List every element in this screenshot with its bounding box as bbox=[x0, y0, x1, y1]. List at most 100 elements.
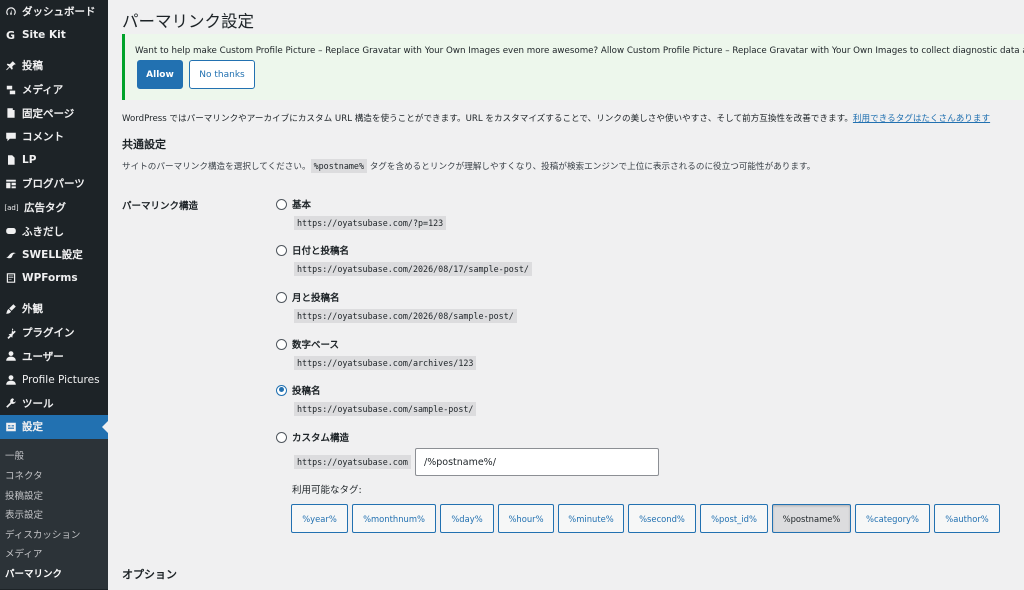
radio-custom[interactable] bbox=[276, 431, 287, 443]
menu-swell-settings[interactable]: SWELL設定 bbox=[0, 243, 108, 267]
brush-icon bbox=[4, 302, 17, 315]
common-settings-title: 共通設定 bbox=[122, 138, 166, 151]
tag-postname-button[interactable]: %postname% bbox=[772, 504, 851, 533]
menu-site-kit[interactable]: G Site Kit bbox=[0, 24, 108, 48]
pin-icon bbox=[4, 59, 17, 72]
radio-post-name[interactable] bbox=[276, 384, 287, 396]
menu-wpforms[interactable]: WPForms bbox=[0, 267, 108, 291]
menu-ad-tags-label: 広告タグ bbox=[24, 202, 66, 215]
desc-before: サイトのパーマリンク構造を選択してください。 bbox=[122, 162, 311, 172]
tag-monthnum-button[interactable]: %monthnum% bbox=[352, 504, 436, 533]
option-day-name-url: https://oyatsubase.com/2026/08/17/sample… bbox=[294, 262, 532, 276]
no-thanks-button[interactable]: No thanks bbox=[189, 60, 255, 89]
tag-day-button[interactable]: %day% bbox=[440, 504, 494, 533]
swell-icon bbox=[4, 248, 17, 261]
available-tags-label: 利用可能なタグ: bbox=[292, 485, 362, 496]
desc-after: タグを含めるとリンクが理解しやすくなり、投稿が検索エンジンで上位に表示されるのに… bbox=[366, 162, 816, 172]
radio-month-name[interactable] bbox=[276, 291, 287, 303]
submenu-permalinks[interactable]: パーマリンク bbox=[0, 563, 108, 583]
option-numeric-label: 数字ベース bbox=[292, 340, 340, 351]
radio-numeric[interactable] bbox=[276, 338, 287, 350]
wpforms-icon bbox=[4, 272, 17, 285]
settings-submenu: 一般 コネクタ 投稿設定 表示設定 ディスカッション メディア パーマリンク bbox=[0, 438, 108, 589]
menu-plugins[interactable]: プラグイン bbox=[0, 321, 108, 345]
menu-lp[interactable]: LP bbox=[0, 149, 108, 173]
menu-appearance[interactable]: 外観 bbox=[0, 297, 108, 321]
menu-wpforms-label: WPForms bbox=[22, 272, 78, 285]
profile-icon bbox=[4, 373, 17, 386]
menu-media-label: メディア bbox=[22, 84, 64, 97]
option-custom-label: カスタム構造 bbox=[292, 433, 350, 444]
menu-users-label: ユーザー bbox=[22, 350, 64, 363]
intro-text: WordPress ではパーマリンクやアーカイブにカスタム URL 構造を使うこ… bbox=[122, 114, 853, 124]
tag-second-button[interactable]: %second% bbox=[628, 504, 696, 533]
menu-settings-label: 設定 bbox=[22, 421, 43, 434]
option-post-name-url: https://oyatsubase.com/sample-post/ bbox=[294, 402, 477, 416]
menu-comments[interactable]: コメント bbox=[0, 125, 108, 149]
menu-posts-label: 投稿 bbox=[22, 60, 43, 73]
options-section-title: オプション bbox=[122, 568, 177, 581]
option-numeric: 数字ベース https://oyatsubase.com/archives/12… bbox=[276, 337, 477, 370]
tag-category-button[interactable]: %category% bbox=[855, 504, 930, 533]
wrench-icon bbox=[4, 397, 17, 410]
site-kit-icon: G bbox=[5, 28, 16, 42]
menu-media[interactable]: メディア bbox=[0, 78, 108, 102]
submenu-reading[interactable]: 表示設定 bbox=[0, 504, 108, 524]
menu-dashboard[interactable]: ダッシュボード bbox=[0, 0, 108, 24]
tag-author-button[interactable]: %author% bbox=[934, 504, 1000, 533]
tag-year-button[interactable]: %year% bbox=[291, 504, 348, 533]
dashboard-icon bbox=[4, 5, 17, 18]
option-month-name-label: 月と投稿名 bbox=[292, 293, 340, 304]
menu-lp-label: LP bbox=[22, 154, 37, 167]
allow-button[interactable]: Allow bbox=[137, 60, 183, 89]
menu-swell-settings-label: SWELL設定 bbox=[22, 249, 83, 262]
menu-tools[interactable]: ツール bbox=[0, 392, 108, 416]
media-icon bbox=[4, 83, 17, 96]
permalink-structure-label: パーマリンク構造 bbox=[122, 201, 199, 212]
menu-settings[interactable]: 設定 bbox=[0, 415, 108, 439]
submenu-connectors[interactable]: コネクタ bbox=[0, 465, 108, 485]
menu-users[interactable]: ユーザー bbox=[0, 344, 108, 368]
menu-blog-parts[interactable]: ブログパーツ bbox=[0, 172, 108, 196]
option-post-name-label: 投稿名 bbox=[292, 386, 321, 397]
menu-appearance-label: 外観 bbox=[22, 303, 43, 316]
menu-pages[interactable]: 固定ページ bbox=[0, 101, 108, 125]
admin-sidebar: ダッシュボード G Site Kit 投稿 メディア 固定ページ コメント LP… bbox=[0, 0, 108, 590]
available-tags-link[interactable]: 利用できるタグはたくさんあります bbox=[853, 114, 990, 124]
notice-text: Want to help make Custom Profile Picture… bbox=[135, 46, 1024, 56]
menu-ad-tags[interactable]: [ad] 広告タグ bbox=[0, 196, 108, 220]
custom-structure-input[interactable] bbox=[415, 448, 659, 476]
menu-profile-pictures-label: Profile Pictures bbox=[22, 373, 100, 386]
menu-fukidashi[interactable]: ふきだし bbox=[0, 219, 108, 243]
menu-dashboard-label: ダッシュボード bbox=[22, 6, 96, 19]
menu-blog-parts-label: ブログパーツ bbox=[22, 178, 85, 191]
common-settings-description: サイトのパーマリンク構造を選択してください。 %postname% タグを含めると… bbox=[122, 159, 816, 173]
ad-icon: [ad] bbox=[4, 203, 19, 212]
menu-posts[interactable]: 投稿 bbox=[0, 54, 108, 78]
submenu-general[interactable]: 一般 bbox=[0, 446, 108, 466]
plugin-icon bbox=[4, 326, 17, 339]
tag-minute-button[interactable]: %minute% bbox=[558, 504, 624, 533]
menu-tools-label: ツール bbox=[22, 397, 54, 410]
option-plain-url: https://oyatsubase.com/?p=123 bbox=[294, 216, 447, 230]
radio-day-name[interactable] bbox=[276, 244, 287, 256]
tag-hour-button[interactable]: %hour% bbox=[498, 504, 554, 533]
menu-pages-label: 固定ページ bbox=[22, 107, 75, 120]
radio-plain[interactable] bbox=[276, 198, 287, 210]
settings-icon bbox=[4, 420, 17, 433]
menu-profile-pictures[interactable]: Profile Pictures bbox=[0, 368, 108, 392]
option-numeric-url: https://oyatsubase.com/archives/123 bbox=[294, 356, 477, 370]
submenu-writing[interactable]: 投稿設定 bbox=[0, 485, 108, 505]
menu-fukidashi-label: ふきだし bbox=[22, 225, 64, 238]
tag-post-id-button[interactable]: %post_id% bbox=[700, 504, 768, 533]
option-month-name: 月と投稿名 https://oyatsubase.com/2026/08/sam… bbox=[276, 290, 517, 323]
main-content: パーマリンク設定 Want to help make Custom Profil… bbox=[108, 0, 1024, 590]
user-icon bbox=[4, 350, 17, 363]
submenu-media[interactable]: メディア bbox=[0, 544, 108, 564]
page-title: パーマリンク設定 bbox=[122, 12, 254, 31]
submenu-discussion[interactable]: ディスカッション bbox=[0, 524, 108, 544]
intro-paragraph: WordPress ではパーマリンクやアーカイブにカスタム URL 構造を使うこ… bbox=[122, 112, 990, 124]
option-custom: カスタム構造 bbox=[276, 430, 349, 444]
custom-structure-prefix: https://oyatsubase.com bbox=[294, 455, 411, 469]
page-icon bbox=[4, 107, 17, 120]
